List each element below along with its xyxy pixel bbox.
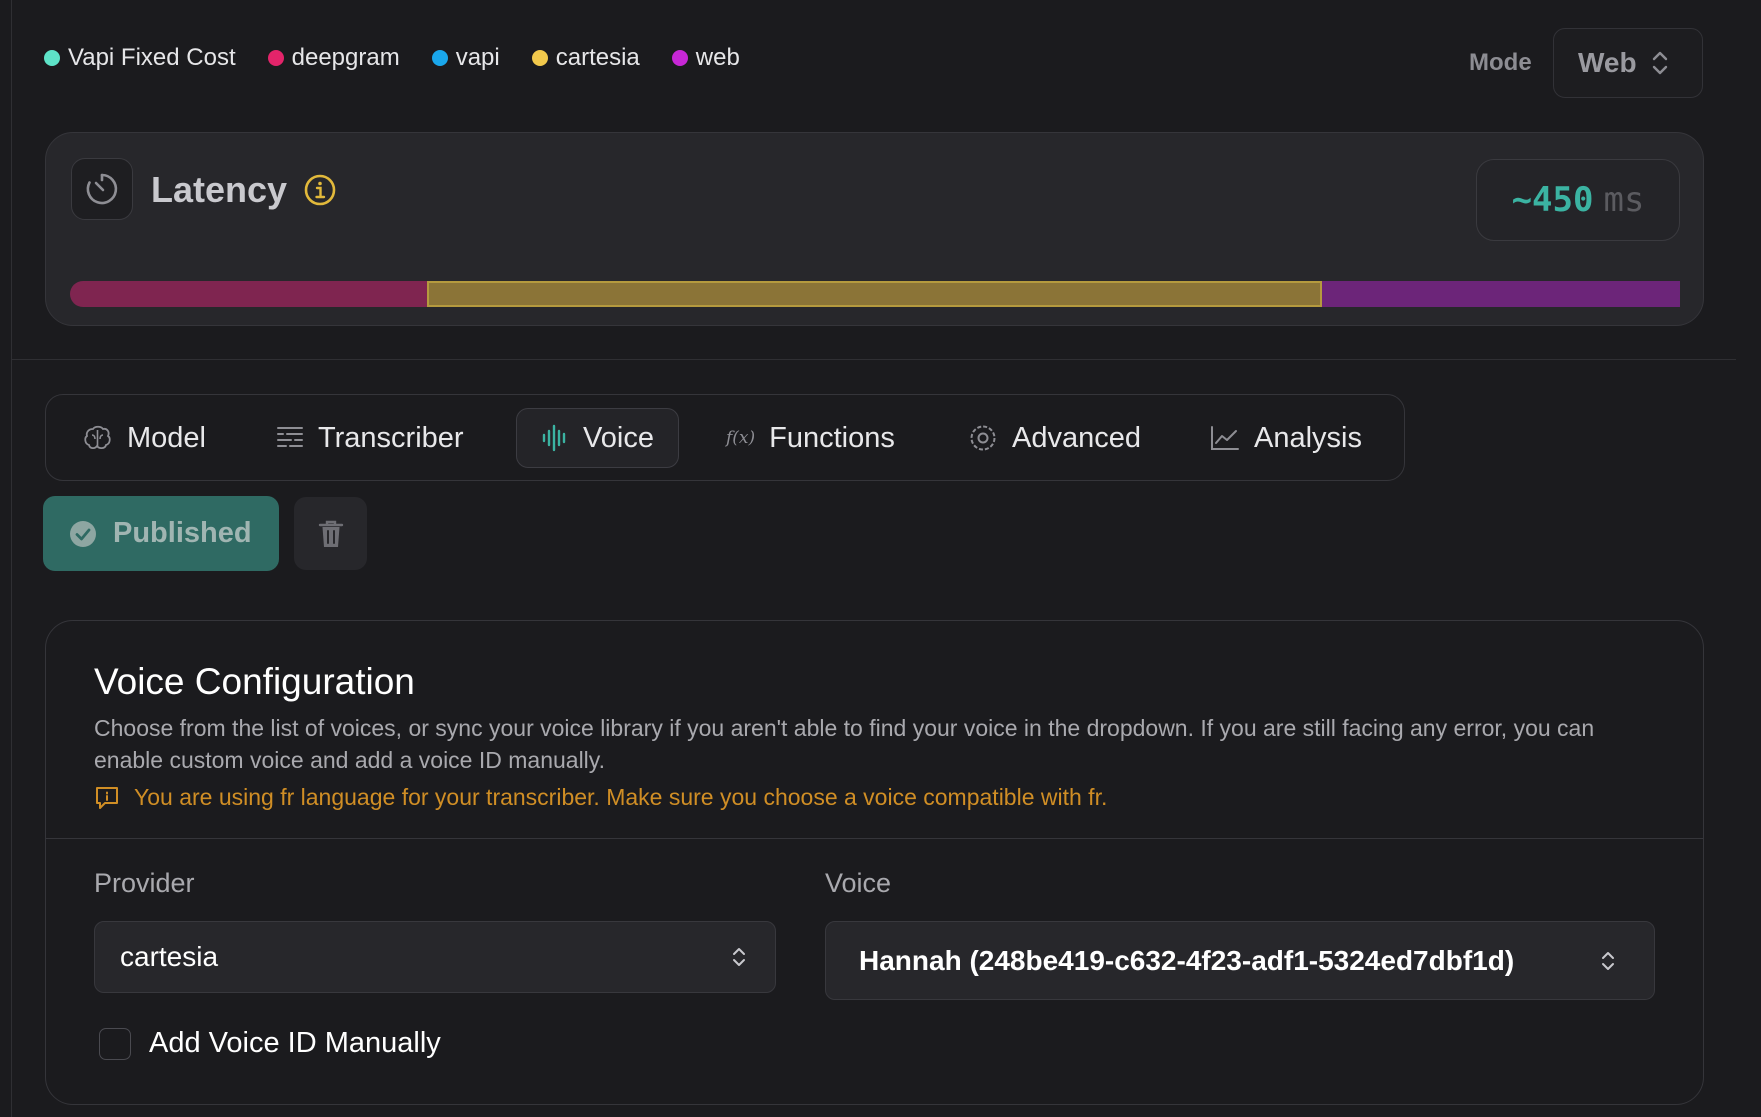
legend-item-cartesia: cartesia [531, 44, 640, 72]
add-voice-id-manually-checkbox[interactable] [99, 1027, 131, 1060]
tab-label: Transcriber [318, 421, 464, 454]
tab-label: Voice [583, 421, 654, 454]
latency-unit: ms [1603, 180, 1645, 220]
latency-bar [70, 281, 1680, 307]
voice-value: Hannah (248be419-c632-4f23-adf1-5324ed7d… [859, 944, 1515, 976]
voice-label: Voice [825, 868, 892, 898]
legend-item-vapi-fixed-cost: Vapi Fixed Cost [44, 44, 236, 72]
tab-voice[interactable]: Voice [516, 408, 679, 468]
latency-icon-box [71, 158, 133, 220]
mode-label: Mode [1469, 49, 1532, 76]
mode-select[interactable]: Web [1553, 28, 1703, 98]
published-label: Published [113, 517, 252, 549]
mode-value: Web [1578, 47, 1637, 78]
tab-label: Advanced [1012, 421, 1141, 454]
latency-value: ~450 ms [1476, 159, 1680, 241]
latency-card: Latency ~450 ms [45, 132, 1704, 326]
gear-icon [970, 425, 996, 451]
legend-dot [671, 50, 688, 66]
tab-advanced[interactable]: Advanced [968, 408, 1141, 468]
tab-label: Model [127, 421, 206, 454]
audio-waveform-icon [542, 424, 566, 452]
add-voice-id-manually-label[interactable]: Add Voice ID Manually [149, 1027, 441, 1060]
trash-icon [318, 520, 343, 547]
legend-item-web: web [671, 44, 740, 72]
legend-dot [267, 50, 284, 66]
legend-label: vapi [455, 44, 500, 71]
tab-functions[interactable]: f(x) Functions [726, 408, 895, 468]
latency-title: Latency [151, 169, 288, 210]
tab-label: Analysis [1254, 421, 1362, 454]
legend-label: Vapi Fixed Cost [68, 44, 236, 71]
config-tabs: Model Transcriber Voice f(x) Functions A… [45, 394, 1405, 481]
section-divider [12, 359, 1736, 360]
info-icon[interactable] [303, 173, 337, 207]
tab-transcriber[interactable]: Transcriber [276, 408, 464, 468]
latency-segment-deepgram [70, 281, 427, 307]
tab-label: Functions [769, 421, 895, 454]
legend-label: web [695, 44, 740, 71]
legend-dot [531, 50, 548, 66]
legend-item-vapi: vapi [431, 44, 500, 72]
published-button[interactable]: Published [43, 496, 279, 571]
chevron-up-down-icon [1652, 51, 1667, 75]
function-icon: f(x) [726, 428, 756, 448]
provider-select[interactable]: cartesia [94, 921, 776, 993]
chevron-up-down-icon [733, 948, 745, 966]
cost-legend: Vapi Fixed Cost deepgram vapi cartesia w… [44, 44, 740, 72]
legend-item-deepgram: deepgram [267, 44, 400, 72]
legend-dot [431, 50, 448, 66]
delete-button[interactable] [294, 497, 367, 570]
check-circle-icon [70, 520, 96, 547]
voice-configuration-card: Voice Configuration Choose from the list… [45, 620, 1704, 1105]
tab-model[interactable]: Model [83, 408, 206, 468]
provider-value: cartesia [120, 941, 219, 972]
voice-config-description: Choose from the list of voices, or sync … [94, 715, 1595, 773]
voice-config-title: Voice Configuration [94, 661, 415, 702]
brain-icon [84, 425, 111, 450]
legend-label: cartesia [555, 44, 640, 71]
left-border [11, 0, 12, 1117]
chevron-up-down-icon [1602, 951, 1614, 970]
latency-number: ~450 [1511, 180, 1594, 220]
line-chart-icon [1211, 426, 1239, 450]
latency-segment-cartesia [427, 281, 1322, 307]
legend-label: deepgram [291, 44, 400, 71]
voice-select[interactable]: Hannah (248be419-c632-4f23-adf1-5324ed7d… [825, 921, 1655, 1000]
provider-label: Provider [94, 868, 195, 898]
language-warning: You are using fr language for your trans… [94, 784, 1107, 811]
legend-dot [44, 50, 60, 66]
stopwatch-icon [86, 173, 118, 205]
text-lines-icon [277, 427, 303, 447]
add-voice-id-manually-row: Add Voice ID Manually [99, 1027, 441, 1060]
tab-analysis[interactable]: Analysis [1210, 408, 1362, 468]
card-divider [46, 838, 1703, 839]
warning-message-icon [96, 786, 118, 809]
warning-text: You are using fr language for your trans… [134, 784, 1108, 810]
latency-segment-web [1322, 281, 1680, 307]
